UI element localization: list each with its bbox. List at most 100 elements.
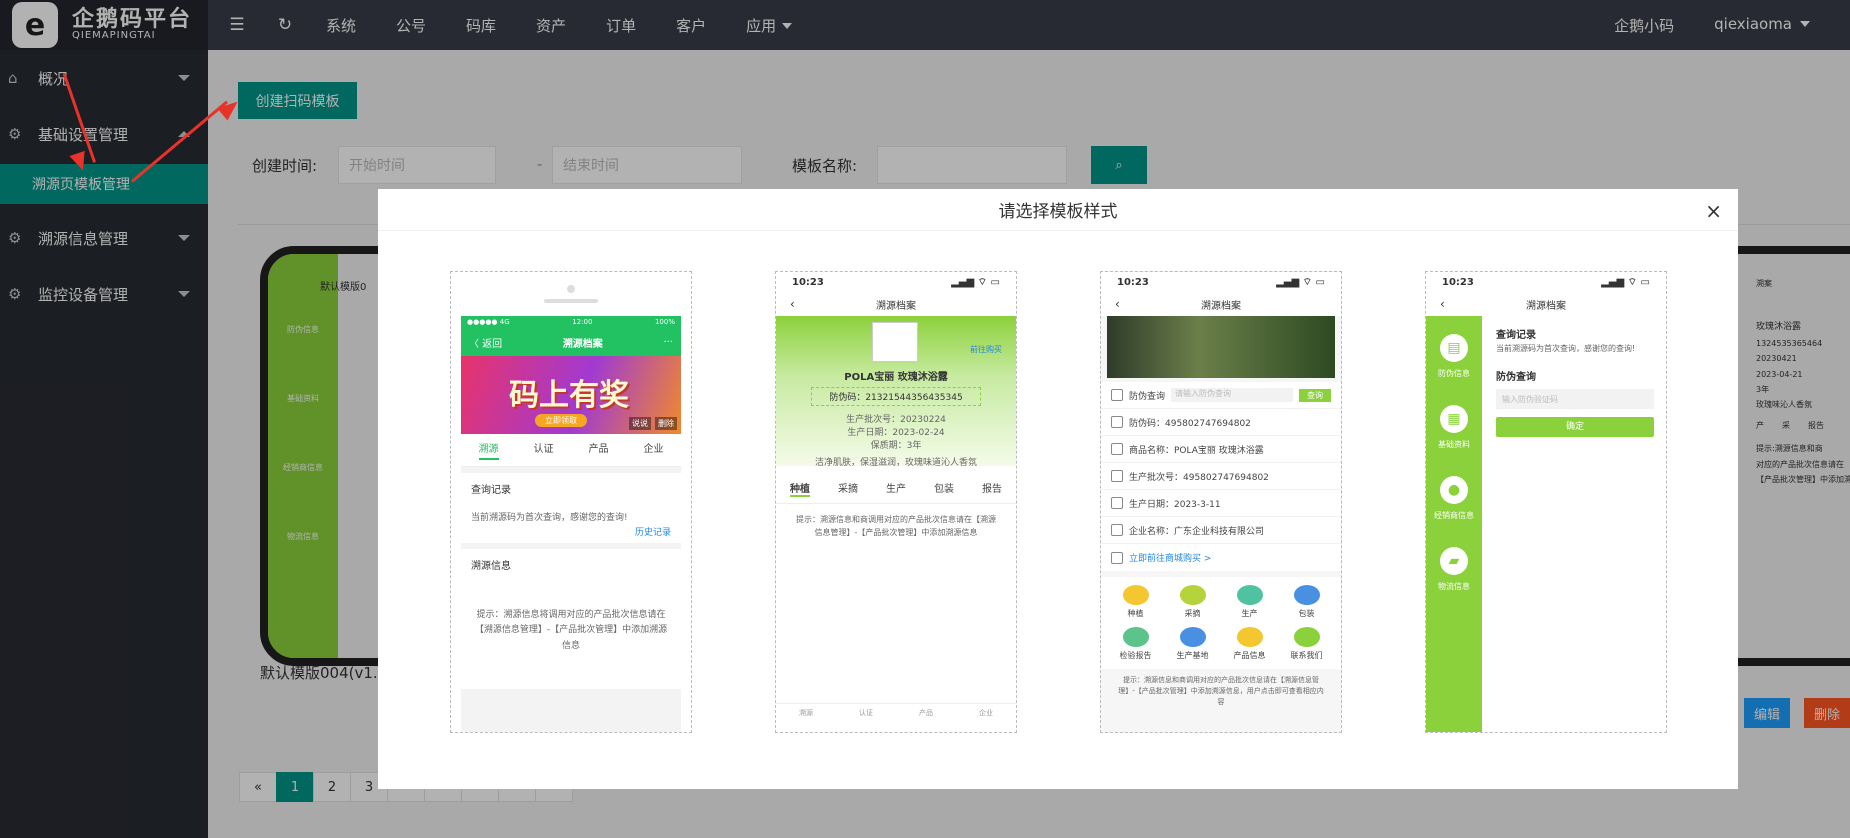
production-date: 生产日期：2023-02-24 [847, 428, 945, 438]
query-button: 查询 [1299, 388, 1331, 402]
shield-icon [1111, 389, 1123, 401]
nav-title: 溯源档案 [876, 300, 916, 312]
side-label: 防伪信息 [1438, 369, 1470, 378]
cart-icon [1111, 551, 1123, 564]
qrcode-icon [1111, 416, 1123, 428]
trace-tip: 提示：溯源信息和商调用对应的产品批次信息请在【溯源信息管理】-【产品批次管理】中… [796, 515, 996, 537]
report-icon [1122, 627, 1149, 647]
side-label: 基础资料 [1438, 440, 1470, 449]
tab-product: 产品 [588, 444, 609, 455]
product-icon [1111, 443, 1123, 455]
template-option-4[interactable]: 10:23 ▂▄▆ ⌔ ▭ ‹ 溯源档案 ▤ 防伪信息 ▦ 基础资料 ● 经销商信息 ▰ 物… [1425, 271, 1667, 733]
grid-label: 生产基地 [1176, 651, 1209, 660]
back-icon: ‹ [1115, 297, 1120, 311]
template-option-2[interactable]: 10:23 ▂▄▆ ⌔ ▭ ‹ 溯源档案 前往购买 POLA宝丽 玫瑰沐浴露 防伪码… [775, 271, 1017, 733]
status-icons: ▂▄▆ ⌔ ▭ [951, 276, 1000, 288]
status-time: 10:23 [1117, 276, 1149, 288]
grid-label: 种植 [1127, 609, 1144, 618]
contact-icon [1293, 627, 1320, 647]
tab-company: 企业 [643, 444, 664, 455]
history-link: 历史记录 [634, 528, 671, 538]
status-battery: 100% [654, 318, 675, 326]
tab-pack: 包装 [934, 484, 954, 495]
info-icon [1236, 627, 1263, 647]
truck-icon: ▰ [1440, 547, 1468, 575]
grid-label: 产品信息 [1233, 651, 1266, 660]
shop-link: 立即前往商城购买 > [1129, 554, 1212, 564]
shelf-life: 保质期：3年 [870, 441, 922, 451]
plant-icon [1122, 585, 1149, 605]
calendar-icon [1111, 497, 1123, 509]
grid-label: 采摘 [1184, 609, 1201, 618]
template-4-sidebar: ▤ 防伪信息 ▦ 基础资料 ● 经销商信息 ▰ 物流信息 [1426, 316, 1482, 732]
tab-cert: 认证 [533, 444, 554, 455]
back-icon: ‹ [1440, 297, 1445, 311]
side-label: 物流信息 [1438, 582, 1470, 591]
grid-label: 检验报告 [1119, 651, 1152, 660]
grid-label: 包装 [1298, 609, 1315, 618]
info-row: 企业名称：广东企业科技有限公司 [1129, 526, 1265, 537]
product-header: 前往购买 POLA宝丽 玫瑰沐浴露 防伪码：21321544356435345 … [776, 316, 1016, 468]
buy-link: 前往购买 [970, 345, 1002, 354]
grid-label: 联系我们 [1290, 651, 1323, 660]
banner-text: 码上有奖 [509, 378, 629, 413]
anti-fake-input: 输入防伪验证码 [1496, 389, 1654, 409]
status-icons: ▂▄▆ ⌔ ▭ [1276, 276, 1325, 288]
back-icon: ‹ [790, 297, 795, 311]
template-style-modal: 请选择模板样式 × ●●●●● 4G 12:00 100% 〈 返回 溯源档案 … [378, 189, 1738, 789]
bottom-tab-trace: 溯源 [799, 709, 813, 717]
tab-pick: 采摘 [838, 484, 858, 495]
status-time: 12:00 [572, 318, 593, 326]
tab-trace: 溯源 [478, 440, 499, 460]
more-icon: ··· [663, 336, 673, 348]
banner-tag: 删除 [655, 417, 677, 430]
side-label: 经销商信息 [1434, 511, 1474, 520]
trace-tip: 提示：溯源信息和商调用对应的产品批次信息请在【溯源信息管理】-【产品批次管理】中… [1118, 676, 1324, 707]
tab-produce: 生产 [886, 484, 906, 495]
banner-tag: 说说 [629, 417, 651, 430]
info-row: 生产日期：2023-3-11 [1129, 499, 1221, 510]
nav-title: 溯源档案 [1201, 300, 1241, 312]
company-icon [1111, 524, 1123, 536]
trace-info-title: 溯源信息 [471, 561, 511, 572]
product-desc: 洁净肌肤，保湿滋润，玫瑰味道沁人香氛 [814, 458, 977, 468]
query-record-title: 查询记录 [1496, 330, 1536, 341]
status-icons: ▂▄▆ ⌔ ▭ [1601, 276, 1650, 288]
template-1-screen: ●●●●● 4G 12:00 100% 〈 返回 溯源档案 ··· 码上有奖 立… [461, 316, 681, 732]
dealer-icon: ● [1440, 476, 1468, 504]
anti-fake-title: 防伪查询 [1496, 372, 1536, 383]
status-signal: ●●●●● 4G [467, 318, 510, 326]
pick-icon [1179, 585, 1206, 605]
bottom-tab-company: 企业 [979, 709, 993, 717]
anti-fake-icon: ▤ [1440, 334, 1468, 362]
status-time: 10:23 [792, 276, 824, 288]
banner-sub: 立即领取 [535, 414, 587, 427]
close-icon[interactable]: × [1705, 199, 1722, 223]
confirm-button: 确定 [1496, 417, 1654, 437]
query-record-text: 当前溯源码为首次查询，感谢您的查询! [471, 513, 628, 523]
batch-number: 生产批次号：20230224 [846, 415, 946, 425]
anti-fake-code: 防伪码：21321544356435345 [811, 387, 981, 406]
banner-image: 码上有奖 立即领取 说说 删除 [461, 356, 681, 434]
basic-info-icon: ▦ [1440, 405, 1468, 433]
back-link: 〈 返回 [469, 338, 503, 350]
bottom-tab-cert: 认证 [859, 709, 873, 717]
info-row: 防伪码：495802747694802 [1129, 418, 1251, 429]
tab-plant: 种植 [790, 480, 810, 497]
modal-title: 请选择模板样式 [378, 189, 1738, 231]
product-image [872, 322, 918, 362]
base-icon [1179, 627, 1206, 647]
template-option-1[interactable]: ●●●●● 4G 12:00 100% 〈 返回 溯源档案 ··· 码上有奖 立… [450, 271, 692, 733]
query-record-text: 当前溯源码为首次查询，感谢您的查询! [1496, 344, 1636, 353]
template-option-3[interactable]: 10:23 ▂▄▆ ⌔ ▭ ‹ 溯源档案 防伪查询 请输入防伪查询 查询 防伪码：4… [1100, 271, 1342, 733]
bottom-tab-product: 产品 [919, 709, 933, 717]
status-time: 10:23 [1442, 276, 1474, 288]
query-record-title: 查询记录 [471, 485, 511, 496]
grid-label: 生产 [1241, 609, 1258, 618]
nav-title: 溯源档案 [1526, 300, 1566, 312]
batch-icon [1111, 470, 1123, 482]
produce-icon [1236, 585, 1263, 605]
info-row: 生产批次号：495802747694802 [1129, 472, 1269, 483]
query-label: 防伪查询 [1129, 391, 1166, 402]
trace-info-tip: 提示：溯源信息将调用对应的产品批次信息请在【溯源信息管理】-【产品批次管理】中添… [474, 610, 668, 651]
